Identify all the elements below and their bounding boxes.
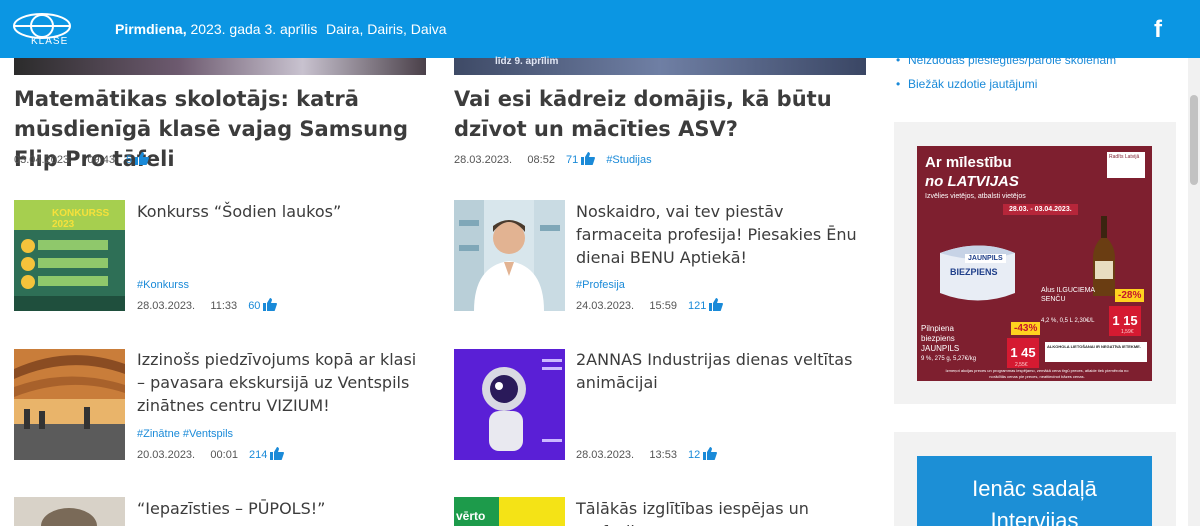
banner-line-2: Intervijas	[990, 508, 1079, 526]
logo-text: KLASE	[31, 36, 69, 47]
facebook-icon[interactable]: f	[1154, 16, 1162, 44]
package-label-1: JAUNPILS	[965, 254, 1006, 263]
like-count-value: 5	[126, 154, 133, 166]
ad-brand-badge: Radīts Latvijā	[1107, 152, 1145, 178]
article-thumbnail[interactable]	[454, 200, 565, 311]
sidebar-link-password[interactable]: Neizdodas pieslēgties/parole skolēnam	[896, 53, 1116, 67]
thumbs-up-icon	[270, 447, 285, 460]
ad-headline-2: no LATVIJAS	[925, 173, 1019, 190]
like-count[interactable]: 12	[688, 447, 718, 461]
like-count[interactable]: 60	[248, 298, 278, 312]
article-meta: 20.03.2023. 00:01 214	[137, 447, 285, 461]
beer-bottle-image	[1093, 216, 1115, 296]
article-tags[interactable]: #Profesija	[576, 279, 625, 291]
current-date: Pirmdiena, 2023. gada 3. aprīlis	[115, 21, 317, 37]
date: 28.03.2023.	[137, 300, 196, 312]
article-thumbnail[interactable]	[14, 349, 125, 460]
featured-meta-1: 03.04.2023. 09:43 5	[14, 152, 150, 166]
ad-product-2-name: Alus ILGUCIEMA SENČU	[1041, 287, 1095, 303]
page-scrollbar-thumb[interactable]	[1190, 95, 1198, 185]
date: 24.03.2023.	[576, 300, 635, 312]
thumbs-up-icon	[135, 152, 150, 165]
article-title[interactable]: Izzinošs piedzīvojums kopā ar klasi – pa…	[137, 348, 427, 417]
ad-dates: 28.03. - 03.04.2023.	[1003, 204, 1078, 215]
article-title[interactable]: Tālākās izglītības iespējas un profesiju	[576, 497, 866, 526]
date: 28.03.2023.	[576, 449, 635, 461]
banner-text: vērto	[456, 509, 486, 523]
time: 00:01	[210, 449, 238, 461]
ad-product-2-old: 1,59€	[1121, 329, 1134, 335]
article-title[interactable]: 2ANNAS Industrijas dienas veltītas animā…	[576, 348, 866, 394]
vizium-building-photo	[14, 349, 125, 460]
article-meta: 28.03.2023. 13:53 12	[576, 447, 718, 461]
date: 20.03.2023.	[137, 449, 196, 461]
time: 13:53	[649, 449, 677, 461]
time: 11:33	[210, 300, 238, 312]
article-title[interactable]: Noskaidro, vai tev piestāv farmaceita pr…	[576, 200, 866, 269]
thumbs-up-icon	[581, 152, 596, 165]
article-thumbnail[interactable]	[14, 497, 125, 526]
like-count-value: 12	[688, 449, 701, 461]
advertisement-rimi[interactable]: Ar mīlestību no LATVIJAS Izvēlies vietēj…	[917, 146, 1152, 381]
sidebar-link-faq[interactable]: Biežāk uzdotie jautājumi	[896, 77, 1037, 91]
thumbs-up-icon	[709, 298, 724, 311]
ad-product-2-detail: 4,2 %, 0,5 L 2,30€/L	[1041, 318, 1095, 324]
article-tags[interactable]: #Zinātne #Ventspils	[137, 428, 233, 440]
article-thumbnail[interactable]: KONKURSS 2023	[14, 200, 125, 311]
date-text: 2023. gada 3. aprīlis	[186, 21, 318, 37]
time: 09:43	[87, 154, 115, 166]
animation-festival-poster	[454, 349, 565, 460]
like-count-value: 121	[688, 300, 707, 312]
ad-product-1-discount: -43%	[1011, 322, 1041, 335]
ad-product-1-name: Pilnpiena biezpiens JAUNPILS	[921, 324, 960, 353]
ad-sub: Izvēlies vietējos, atbalsti vietējos	[925, 193, 1026, 200]
like-count-value: 214	[249, 449, 268, 461]
package-label-2: BIEZPIENS	[950, 267, 998, 277]
like-count[interactable]: 214	[249, 447, 285, 461]
time: 08:52	[527, 154, 555, 166]
article-thumbnail[interactable]: vērto	[454, 497, 565, 526]
poster-title: KONKURSS 2023	[52, 208, 110, 230]
ad-headline-1: Ar mīlestību	[925, 154, 1012, 171]
featured-image-2-caption: līdz 9. aprīlim	[495, 56, 559, 67]
featured-image-1[interactable]	[14, 58, 426, 75]
pharmacist-photo	[454, 200, 565, 311]
top-navigation-bar: KLASE Pirmdiena, 2023. gada 3. aprīlis D…	[0, 0, 1200, 58]
tag-link[interactable]: #Studijas	[606, 154, 651, 166]
thumbs-up-icon	[263, 298, 278, 311]
date: 03.04.2023.	[14, 154, 73, 166]
like-count-value: 60	[248, 300, 261, 312]
ad-warning: ALKOHOLA LIETOŠANAI IR NEGATĪVA IETEKME.	[1045, 342, 1147, 362]
namedays: Daira, Dairis, Daiva	[326, 21, 447, 37]
like-count[interactable]: 121	[688, 298, 724, 312]
article-title[interactable]: “Iepazīsties – PŪPOLS!”	[137, 497, 427, 520]
interviews-banner[interactable]: Ienāc sadaļā Intervijas	[917, 456, 1152, 526]
article-tags[interactable]: #Konkurss	[137, 279, 189, 291]
featured-meta-2: 28.03.2023. 08:52 71 #Studijas	[454, 152, 652, 166]
article-thumbnail[interactable]	[454, 349, 565, 460]
time: 15:59	[649, 300, 677, 312]
banner-line-1: Ienāc sadaļā	[972, 476, 1097, 501]
ad-product-2-discount: -28%	[1115, 289, 1145, 302]
article-meta: 28.03.2023. 11:33 60	[137, 298, 278, 312]
like-count[interactable]: 5	[126, 152, 150, 166]
like-count-value: 71	[566, 154, 579, 166]
like-count[interactable]: 71	[566, 152, 596, 166]
ad-footnote: Izmeņot akcijas preces un programmas ies…	[945, 368, 1129, 379]
featured-title-2[interactable]: Vai esi kādreiz domājis, kā būtu dzīvot …	[454, 84, 874, 144]
pupols-photo	[14, 497, 125, 526]
article-title[interactable]: Konkurss “Šodien laukos”	[137, 200, 427, 223]
article-meta: 24.03.2023. 15:59 121	[576, 298, 724, 312]
thumbs-up-icon	[703, 447, 718, 460]
date: 28.03.2023.	[454, 154, 513, 166]
ad-product-1-detail: 9 %, 275 g, 5,27€/kg	[921, 356, 977, 362]
weekday: Pirmdiena,	[115, 21, 187, 37]
